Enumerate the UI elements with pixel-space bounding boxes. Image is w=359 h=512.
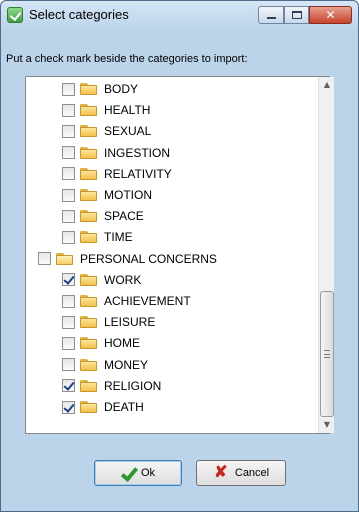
scroll-down-icon[interactable]: ▼ bbox=[319, 417, 335, 433]
category-label: HEALTH bbox=[104, 103, 151, 118]
tree-item[interactable]: MOTION bbox=[62, 186, 152, 204]
tree-item[interactable]: LEISURE bbox=[62, 313, 155, 331]
close-button[interactable]: ✕ bbox=[309, 6, 352, 24]
minimize-icon bbox=[267, 17, 276, 19]
category-checkbox[interactable] bbox=[62, 230, 75, 244]
instructions-label: Put a check mark beside the categories t… bbox=[6, 53, 248, 65]
tree-item[interactable]: DEATH bbox=[62, 398, 144, 416]
category-label: INGESTION bbox=[104, 145, 171, 160]
category-label: MOTION bbox=[104, 188, 152, 202]
category-label: RELIGION bbox=[104, 378, 162, 393]
minimize-button[interactable] bbox=[258, 6, 284, 24]
tree-item[interactable]: BODY bbox=[62, 80, 138, 98]
category-checkbox[interactable] bbox=[62, 358, 75, 372]
tree-item[interactable]: INGESTION bbox=[62, 144, 170, 162]
ok-button-label: Ok bbox=[140, 467, 156, 479]
category-checkbox[interactable] bbox=[62, 82, 75, 96]
category-label: BODY bbox=[104, 82, 139, 96]
vertical-scrollbar[interactable]: ▲ ▼ bbox=[318, 77, 334, 433]
tree-item[interactable]: MONEY bbox=[62, 356, 148, 374]
maximize-icon bbox=[292, 11, 302, 19]
close-icon: ✕ bbox=[325, 8, 336, 22]
category-label: SPACE bbox=[104, 209, 144, 224]
app-checkmark-icon bbox=[7, 7, 23, 23]
cancel-button-label: Cancel bbox=[234, 467, 270, 479]
tree-item[interactable]: PERSONAL CONCERNS bbox=[38, 250, 217, 268]
folder-icon bbox=[80, 167, 98, 180]
tree-item[interactable]: HOME bbox=[62, 334, 140, 352]
tree-item[interactable]: WORK bbox=[62, 271, 141, 289]
category-label: TIME bbox=[104, 230, 133, 245]
folder-icon bbox=[80, 316, 98, 329]
category-label: LEISURE bbox=[104, 315, 156, 330]
tree-item[interactable]: SPACE bbox=[62, 207, 144, 225]
category-checkbox[interactable] bbox=[62, 188, 75, 202]
category-checkbox[interactable] bbox=[62, 273, 75, 287]
category-checkbox[interactable] bbox=[62, 400, 75, 414]
tree-item[interactable]: ACHIEVEMENT bbox=[62, 292, 191, 310]
folder-icon bbox=[80, 146, 98, 159]
category-checkbox[interactable] bbox=[62, 146, 75, 160]
folder-icon bbox=[80, 231, 98, 244]
tree-item[interactable]: RELATIVITY bbox=[62, 165, 172, 183]
category-checkbox[interactable] bbox=[62, 315, 75, 329]
category-label: WORK bbox=[104, 272, 142, 287]
folder-icon bbox=[80, 273, 98, 286]
folder-icon bbox=[80, 401, 98, 413]
category-checkbox[interactable] bbox=[38, 252, 51, 266]
scroll-up-icon[interactable]: ▲ bbox=[319, 77, 335, 93]
checkmark-icon bbox=[121, 466, 135, 480]
category-label: DEATH bbox=[104, 400, 144, 414]
category-checkbox[interactable] bbox=[62, 103, 75, 117]
title-bar[interactable]: Select categories ✕ bbox=[1, 1, 358, 29]
folder-icon bbox=[80, 337, 98, 350]
category-checkbox[interactable] bbox=[62, 167, 75, 181]
category-checkbox[interactable] bbox=[62, 336, 75, 350]
cancel-button[interactable]: ✘ Cancel bbox=[196, 460, 286, 486]
tree-item[interactable]: SEXUAL bbox=[62, 122, 151, 140]
folder-icon bbox=[80, 83, 98, 95]
cross-icon: ✘ bbox=[214, 464, 228, 481]
category-label: RELATIVITY bbox=[104, 166, 172, 181]
category-checkbox[interactable] bbox=[62, 209, 75, 223]
tree-item[interactable]: HEALTH bbox=[62, 101, 150, 119]
folder-icon bbox=[80, 358, 98, 371]
grip-icon bbox=[324, 350, 330, 358]
category-label: HOME bbox=[104, 336, 140, 351]
open-folder-icon bbox=[56, 252, 74, 265]
folder-icon bbox=[80, 104, 98, 117]
category-label: SEXUAL bbox=[104, 124, 152, 139]
tree-item[interactable]: RELIGION bbox=[62, 377, 161, 395]
category-checkbox[interactable] bbox=[62, 124, 75, 138]
folder-icon bbox=[80, 125, 98, 138]
category-checkbox[interactable] bbox=[62, 379, 75, 393]
tree-item[interactable]: TIME bbox=[62, 228, 133, 246]
category-label: ACHIEVEMENT bbox=[104, 294, 191, 308]
category-label: PERSONAL CONCERNS bbox=[80, 251, 217, 266]
category-checkbox[interactable] bbox=[62, 294, 75, 308]
folder-icon bbox=[80, 189, 98, 201]
scroll-thumb[interactable] bbox=[320, 291, 334, 417]
category-label: MONEY bbox=[104, 357, 149, 372]
maximize-button[interactable] bbox=[284, 6, 309, 24]
folder-icon bbox=[80, 295, 98, 307]
ok-button[interactable]: Ok bbox=[94, 460, 182, 486]
folder-icon bbox=[80, 210, 98, 223]
window-title: Select categories bbox=[29, 7, 129, 22]
folder-icon bbox=[80, 379, 98, 392]
